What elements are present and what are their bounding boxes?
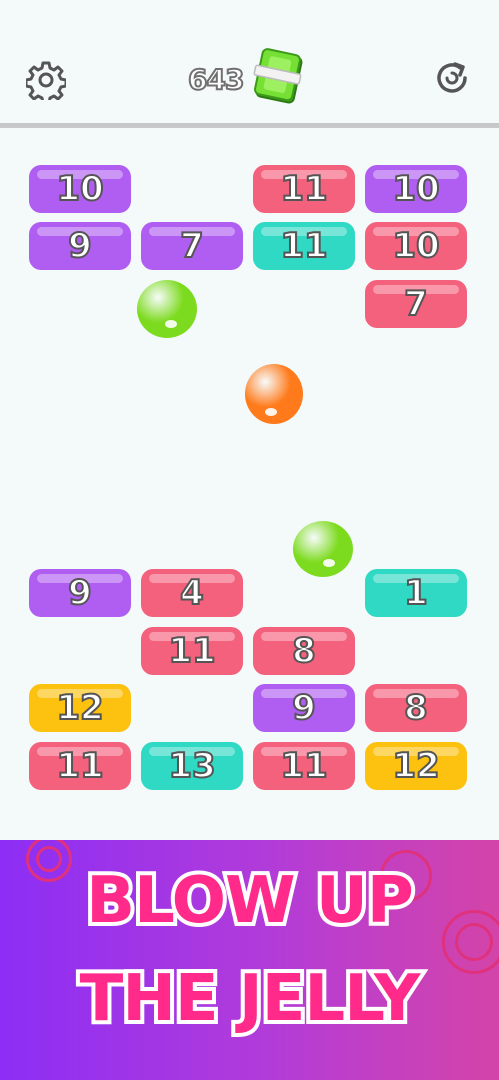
jelly-block[interactable]: 11 xyxy=(141,627,243,675)
jelly-block[interactable]: 11 xyxy=(253,165,355,213)
jelly-block[interactable]: 9 xyxy=(29,222,131,270)
banner-title-line-1: BLOW UP xyxy=(82,860,417,942)
gear-icon xyxy=(26,61,66,100)
jelly-ball[interactable] xyxy=(293,521,353,577)
banner-title-line-2: THE JELLY xyxy=(76,958,425,1040)
coin-count: 643 xyxy=(187,62,245,97)
jelly-block[interactable]: 12 xyxy=(29,684,131,732)
game-board[interactable]: 10 11 10 9 7 11 10 7 9 4 1 11 8 12 9 8 1… xyxy=(0,128,499,840)
jelly-block[interactable]: 11 xyxy=(253,742,355,790)
jelly-block[interactable]: 10 xyxy=(365,165,467,213)
jelly-block[interactable]: 10 xyxy=(29,165,131,213)
jelly-ball[interactable] xyxy=(137,280,197,338)
top-bar: 643 xyxy=(0,0,499,124)
restart-button[interactable] xyxy=(430,56,474,100)
jelly-block[interactable]: 1 xyxy=(365,569,467,617)
jelly-block[interactable]: 10 xyxy=(365,222,467,270)
jelly-block[interactable]: 11 xyxy=(253,222,355,270)
cash-icon xyxy=(253,48,303,104)
promo-banner: BLOW UP THE JELLY xyxy=(0,840,499,1080)
restart-icon xyxy=(437,62,467,93)
jelly-block[interactable]: 8 xyxy=(365,684,467,732)
jelly-block[interactable]: 4 xyxy=(141,569,243,617)
jelly-block[interactable]: 9 xyxy=(253,684,355,732)
jelly-block[interactable]: 7 xyxy=(141,222,243,270)
jelly-ball[interactable] xyxy=(245,364,303,424)
jelly-block[interactable]: 13 xyxy=(141,742,243,790)
settings-button[interactable] xyxy=(24,58,68,102)
jelly-block[interactable]: 8 xyxy=(253,627,355,675)
jelly-block[interactable]: 11 xyxy=(29,742,131,790)
jelly-block[interactable]: 12 xyxy=(365,742,467,790)
jelly-block[interactable]: 9 xyxy=(29,569,131,617)
jelly-block[interactable]: 7 xyxy=(365,280,467,328)
